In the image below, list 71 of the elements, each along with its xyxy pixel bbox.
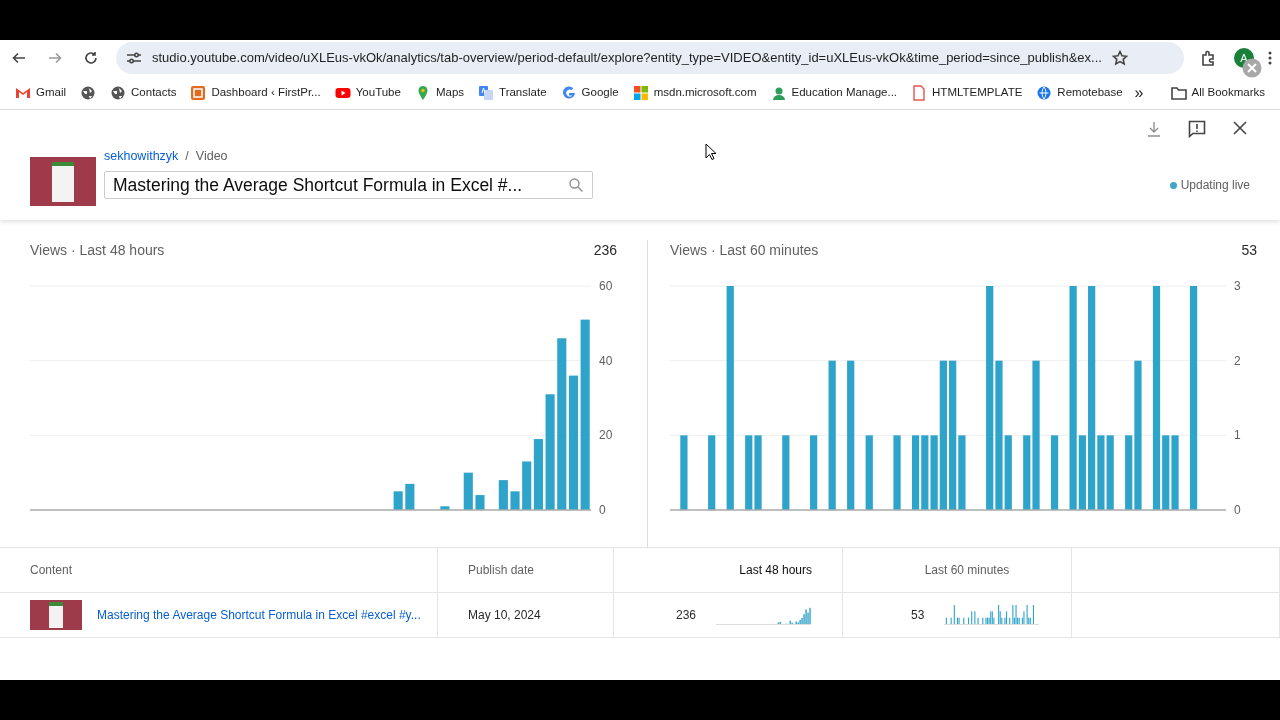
bar	[463, 472, 473, 510]
bar	[440, 506, 450, 510]
site-settings-icon	[126, 51, 142, 65]
reload-icon	[84, 51, 98, 65]
axis-tick-label: 0	[1234, 503, 1241, 517]
url-text: studio.youtube.com/video/uXLEus-vkOk/analytics/tab-overview/period-default/explore?entity_type=VIDEO&entity_id=uXLEus-vkOk&time_period=since_publish&ex...	[152, 49, 1102, 68]
search-icon	[568, 176, 584, 193]
views-count: 53	[911, 607, 925, 624]
chart-title: Views · Last 60 minutes	[670, 241, 819, 260]
bookmark[interactable]: YouTube	[329, 81, 406, 104]
bookmark[interactable]: Maps	[409, 81, 470, 104]
views-total: 236	[593, 241, 617, 260]
feedback-icon[interactable]	[1188, 120, 1206, 138]
more-bookmarks-chevron[interactable]: »	[1134, 80, 1144, 105]
bookmark[interactable]: Translate	[473, 81, 552, 104]
column-header[interactable]: Last 48 hours	[614, 548, 843, 593]
puzzle-icon	[1201, 50, 1217, 66]
mouse-cursor-icon	[705, 143, 717, 161]
bar	[510, 491, 520, 510]
views-count: 236	[676, 607, 697, 624]
publish-date: May 10, 2024	[468, 607, 541, 624]
column-header: Content	[0, 548, 438, 593]
download-icon[interactable]	[1146, 120, 1162, 138]
axis-tick-label: 60	[599, 280, 613, 293]
breadcrumb-text: Video	[195, 148, 228, 165]
globe-icon	[1036, 84, 1053, 101]
bookmark[interactable]: msdn.microsoft.com	[627, 81, 762, 104]
breadcrumb-separator: /	[185, 148, 189, 165]
live-status-dot	[1169, 181, 1177, 189]
bookmark[interactable]: Dashboard ‹ FirstPr...	[185, 81, 326, 104]
bar	[393, 491, 403, 510]
chart-title: Views · Last 48 hours	[30, 241, 165, 260]
forward-arrow-icon	[48, 51, 62, 65]
video-title-link[interactable]: Mastering the Average Shortcut Formula in Excel #excel #y...	[97, 606, 421, 624]
video-title-field[interactable]: Mastering the Average Shortcut Formula in Excel #...	[104, 170, 593, 199]
channel-link[interactable]: sekhowithzyk	[104, 147, 179, 166]
bookmark[interactable]: HTMLTEMPLATE	[906, 81, 1028, 104]
video-thumbnail	[30, 600, 82, 630]
bookmark[interactable]: Remotebase	[1031, 81, 1128, 104]
document-icon	[911, 84, 928, 101]
folder-icon	[1170, 85, 1187, 100]
axis-tick-label: 1	[1234, 428, 1241, 443]
star-icon	[1111, 50, 1128, 66]
bookmark[interactable]: Gmail	[10, 81, 72, 104]
back-arrow-icon	[12, 51, 26, 65]
live-status-text: Updating live	[1180, 177, 1250, 194]
all-bookmarks-button[interactable]: All Bookmarks	[1165, 81, 1270, 104]
google-g-icon	[560, 84, 577, 101]
globe-icon	[110, 84, 127, 101]
close-icon[interactable]	[1232, 120, 1248, 136]
video-thumbnail	[30, 157, 96, 206]
bar	[498, 480, 508, 510]
views-total: 53	[1241, 241, 1257, 260]
more-menu-icon[interactable]	[1268, 50, 1272, 66]
bookmark[interactable]: Google	[555, 81, 624, 104]
bar	[475, 495, 485, 510]
dashboard-logo-icon	[190, 84, 207, 101]
bookmark[interactable]: Contacts	[105, 81, 182, 104]
translate-icon	[478, 84, 495, 101]
column-header[interactable]: Last 60 minutes	[843, 548, 1072, 593]
column-header: Publish date	[438, 548, 614, 593]
four-squares-icon	[632, 84, 649, 101]
address-bar[interactable]: studio.youtube.com/video/uXLEus-vkOk/analytics/tab-overview/period-default/explore?entity_type=VIDEO&entity_id=uXLEus-vkOk&time_period=since_publish&ex...	[116, 42, 1184, 74]
axis-tick-label: 3	[1234, 280, 1241, 293]
axis-tick-label: 20	[599, 428, 613, 443]
axis-tick-label: 2	[1234, 353, 1241, 368]
axis-tick-label: 0	[599, 503, 606, 517]
bar	[405, 483, 415, 510]
axis-tick-label: 40	[599, 353, 613, 368]
bookmark[interactable]: Education Manage...	[765, 81, 903, 104]
globe-icon	[80, 84, 97, 101]
